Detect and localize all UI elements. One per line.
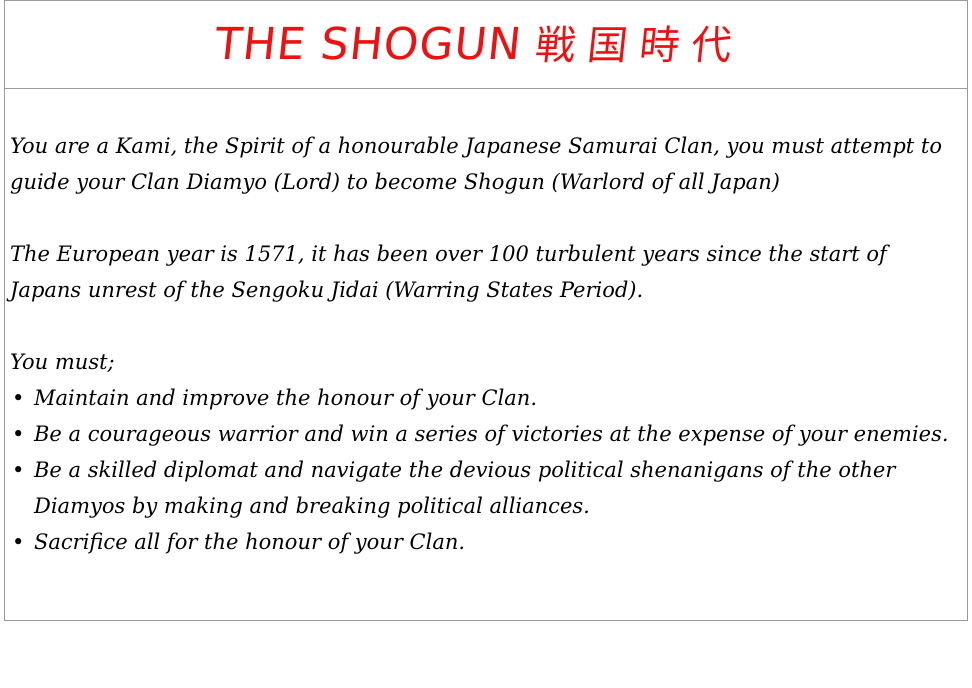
game-title: THE SHOGUN 戦国時代 <box>212 15 747 75</box>
title-bar: THE SHOGUN 戦国時代 <box>5 1 967 89</box>
intro-paragraph-kami: You are a Kami, the Spirit of a honourab… <box>10 134 942 194</box>
intro-content: You are a Kami, the Spirit of a honourab… <box>10 128 955 560</box>
game-title-kanji: 戦国時代 <box>533 23 746 69</box>
objective-text: Be a courageous warrior and win a series… <box>34 422 949 446</box>
objective-diplomat: • Be a skilled diplomat and navigate the… <box>10 452 955 524</box>
objective-sacrifice: • Sacrifice all for the honour of your C… <box>10 524 955 560</box>
objective-warrior: • Be a courageous warrior and win a seri… <box>10 416 955 452</box>
bullet-icon: • <box>12 530 25 554</box>
objectives-list: • Maintain and improve the honour of you… <box>10 380 955 560</box>
objective-honour: • Maintain and improve the honour of you… <box>10 380 955 416</box>
objective-text: Sacrifice all for the honour of your Cla… <box>34 530 466 554</box>
bullet-icon: • <box>12 458 25 482</box>
intro-paragraph-year: The European year is 1571, it has been o… <box>10 242 887 302</box>
objective-text: Maintain and improve the honour of your … <box>34 386 538 410</box>
bullet-icon: • <box>12 422 25 446</box>
objectives-heading: You must; <box>10 350 115 374</box>
game-title-text: THE SHOGUN <box>212 19 525 70</box>
bullet-icon: • <box>12 386 25 410</box>
objective-text: Be a skilled diplomat and navigate the d… <box>34 458 896 518</box>
